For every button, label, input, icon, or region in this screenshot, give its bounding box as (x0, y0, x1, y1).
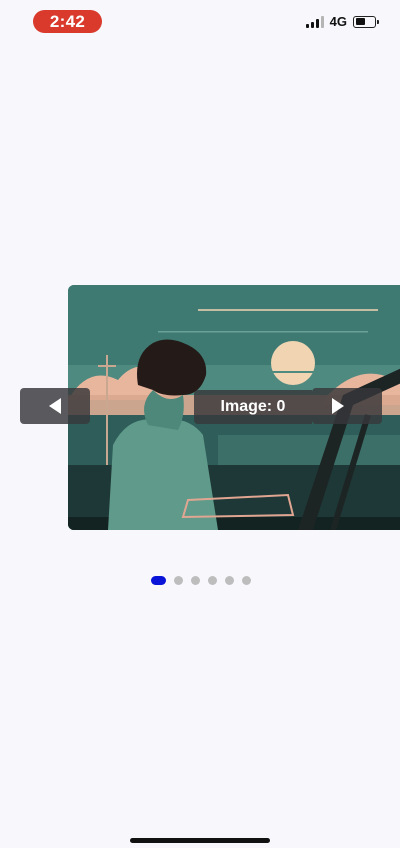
network-type: 4G (329, 14, 347, 29)
status-icons: 4G (305, 14, 379, 29)
pagination-dot-2[interactable] (191, 576, 200, 585)
pagination-dot-0[interactable] (151, 576, 166, 585)
chevron-left-icon (49, 398, 61, 414)
next-button[interactable] (312, 388, 382, 424)
signal-icon (305, 15, 324, 28)
pagination-dot-4[interactable] (225, 576, 234, 585)
previous-button[interactable] (20, 388, 90, 424)
pagination-dot-3[interactable] (208, 576, 217, 585)
status-time: 2:42 (33, 10, 102, 33)
chevron-right-icon (332, 398, 344, 414)
pagination-dot-1[interactable] (174, 576, 183, 585)
pagination-dot-5[interactable] (242, 576, 251, 585)
carousel-pagination (151, 576, 251, 585)
slide-caption: Image: 0 (194, 390, 312, 424)
app-screen: 2:42 4G Image: 0 (0, 0, 400, 848)
home-indicator[interactable] (130, 838, 270, 843)
battery-icon (353, 15, 379, 28)
